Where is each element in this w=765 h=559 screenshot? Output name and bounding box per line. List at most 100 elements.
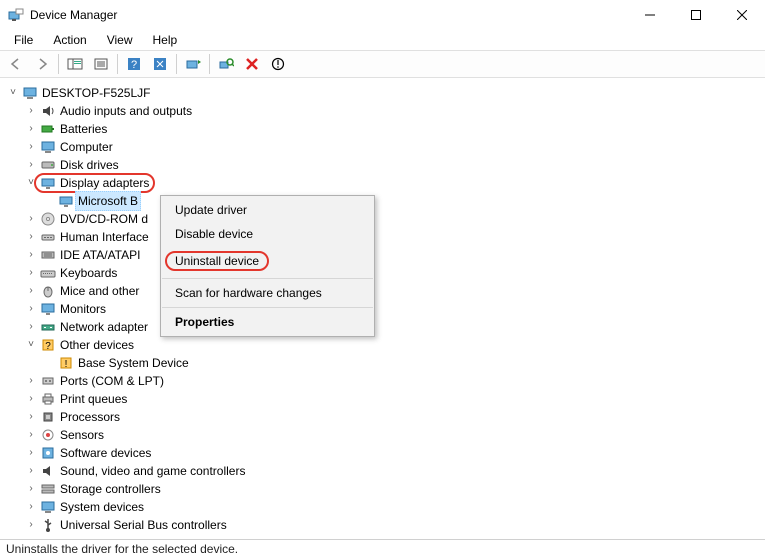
sensor-icon — [40, 427, 56, 443]
tree-item-disk-drives[interactable]: › Disk drives — [6, 156, 761, 174]
chevron-right-icon[interactable]: › — [24, 158, 38, 172]
chevron-right-icon[interactable]: › — [24, 374, 38, 388]
chevron-right-icon[interactable]: › — [24, 446, 38, 460]
menu-action[interactable]: Action — [45, 31, 94, 49]
port-icon — [40, 373, 56, 389]
svg-text:?: ? — [45, 341, 51, 352]
tree-item-storage-controllers[interactable]: › Storage controllers — [6, 480, 761, 498]
uninstall-button[interactable] — [240, 53, 264, 75]
sound-icon — [40, 463, 56, 479]
chevron-right-icon[interactable]: › — [24, 140, 38, 154]
highlight-ring: Uninstall device — [165, 251, 269, 271]
tree-item-other-devices[interactable]: ˅ ? Other devices — [6, 336, 761, 354]
chevron-right-icon[interactable]: › — [24, 428, 38, 442]
tree-item-display-adapters[interactable]: ˅ Display adapters — [6, 174, 761, 192]
tree-item-ms-basic-display[interactable]: › Microsoft B — [6, 192, 761, 210]
tree-item-print-queues[interactable]: › Print queues — [6, 390, 761, 408]
tree-item-processors[interactable]: › Processors — [6, 408, 761, 426]
chevron-right-icon[interactable]: › — [24, 302, 38, 316]
chevron-right-icon[interactable]: › — [24, 518, 38, 532]
context-disable-device[interactable]: Disable device — [161, 222, 374, 246]
show-hide-console-button[interactable] — [63, 53, 87, 75]
tree-item-mice[interactable]: › Mice and other — [6, 282, 761, 300]
tree-item-computer[interactable]: › Computer — [6, 138, 761, 156]
tree-item-software-devices[interactable]: › Software devices — [6, 444, 761, 462]
statusbar: Uninstalls the driver for the selected d… — [0, 539, 765, 559]
tree-item-keyboards[interactable]: › Keyboards — [6, 264, 761, 282]
software-icon — [40, 445, 56, 461]
chevron-right-icon[interactable]: › — [24, 500, 38, 514]
menu-help[interactable]: Help — [145, 31, 186, 49]
mouse-icon — [40, 283, 56, 299]
context-update-driver[interactable]: Update driver — [161, 198, 374, 222]
tree-item-label: Mice and other — [60, 282, 139, 300]
tree-item-usb[interactable]: › Universal Serial Bus controllers — [6, 516, 761, 534]
tree-item-monitors[interactable]: › Monitors — [6, 300, 761, 318]
chevron-right-icon[interactable]: › — [24, 410, 38, 424]
tree-item-dvd[interactable]: › DVD/CD-ROM d — [6, 210, 761, 228]
update-driver-button[interactable] — [181, 53, 205, 75]
tree-item-label: Display adapters — [60, 174, 149, 192]
chevron-right-icon[interactable]: › — [24, 248, 38, 262]
help-button[interactable]: ? — [122, 53, 146, 75]
tree-item-label: Sensors — [60, 426, 104, 444]
tree-item-ide[interactable]: › IDE ATA/ATAPI — [6, 246, 761, 264]
tree-item-label: Audio inputs and outputs — [60, 102, 192, 120]
back-button[interactable] — [4, 53, 28, 75]
titlebar: Device Manager — [0, 0, 765, 30]
tree-item-label: Microsoft B — [75, 191, 141, 211]
tree-item-label: Processors — [60, 408, 120, 426]
scan-hardware-button[interactable] — [214, 53, 238, 75]
properties-button[interactable] — [89, 53, 113, 75]
menu-view[interactable]: View — [99, 31, 141, 49]
window-title: Device Manager — [30, 8, 627, 22]
chevron-right-icon[interactable]: › — [24, 482, 38, 496]
chevron-down-icon[interactable]: ˅ — [6, 86, 20, 100]
chevron-right-icon[interactable]: › — [24, 266, 38, 280]
context-separator — [162, 278, 373, 279]
menu-file[interactable]: File — [6, 31, 41, 49]
disable-button[interactable] — [266, 53, 290, 75]
menubar: File Action View Help — [0, 30, 765, 50]
battery-icon — [40, 121, 56, 137]
close-button[interactable] — [719, 0, 765, 30]
context-properties[interactable]: Properties — [161, 310, 374, 334]
chevron-right-icon[interactable]: › — [24, 392, 38, 406]
chevron-right-icon[interactable]: › — [24, 212, 38, 226]
tree-item-system-devices[interactable]: › System devices — [6, 498, 761, 516]
forward-button[interactable] — [30, 53, 54, 75]
tree-item-label: Network adapter — [60, 318, 148, 336]
tree-item-label: Print queues — [60, 390, 127, 408]
display-adapter-icon — [58, 193, 74, 209]
chevron-right-icon[interactable]: › — [24, 122, 38, 136]
tree-root[interactable]: ˅ DESKTOP-F525LJF — [6, 84, 761, 102]
tree-item-hid[interactable]: › Human Interface — [6, 228, 761, 246]
minimize-button[interactable] — [627, 0, 673, 30]
display-adapter-icon — [40, 175, 56, 191]
tree-item-sound[interactable]: › Sound, video and game controllers — [6, 462, 761, 480]
printer-icon — [40, 391, 56, 407]
device-tree[interactable]: ˅ DESKTOP-F525LJF › Audio inputs and out… — [0, 78, 765, 539]
tree-item-ports[interactable]: › Ports (COM & LPT) — [6, 372, 761, 390]
chevron-right-icon[interactable]: › — [24, 284, 38, 298]
tree-item-network[interactable]: › Network adapter — [6, 318, 761, 336]
chevron-right-icon[interactable]: › — [24, 464, 38, 478]
toolbar-separator — [209, 54, 210, 74]
chevron-right-icon[interactable]: › — [24, 320, 38, 334]
tree-item-sensors[interactable]: › Sensors — [6, 426, 761, 444]
tree-item-label: Other devices — [60, 336, 134, 354]
system-icon — [40, 499, 56, 515]
chevron-down-icon[interactable]: ˅ — [24, 338, 38, 352]
device-manager-icon — [8, 7, 24, 23]
context-scan-hardware[interactable]: Scan for hardware changes — [161, 281, 374, 305]
maximize-button[interactable] — [673, 0, 719, 30]
tree-item-audio[interactable]: › Audio inputs and outputs — [6, 102, 761, 120]
chevron-right-icon[interactable]: › — [24, 230, 38, 244]
find-button[interactable] — [148, 53, 172, 75]
context-separator — [162, 307, 373, 308]
tree-root-label: DESKTOP-F525LJF — [42, 84, 150, 102]
tree-item-batteries[interactable]: › Batteries — [6, 120, 761, 138]
context-uninstall-device[interactable]: Uninstall device — [161, 246, 374, 276]
chevron-right-icon[interactable]: › — [24, 104, 38, 118]
tree-item-base-system-device[interactable]: › ! Base System Device — [6, 354, 761, 372]
